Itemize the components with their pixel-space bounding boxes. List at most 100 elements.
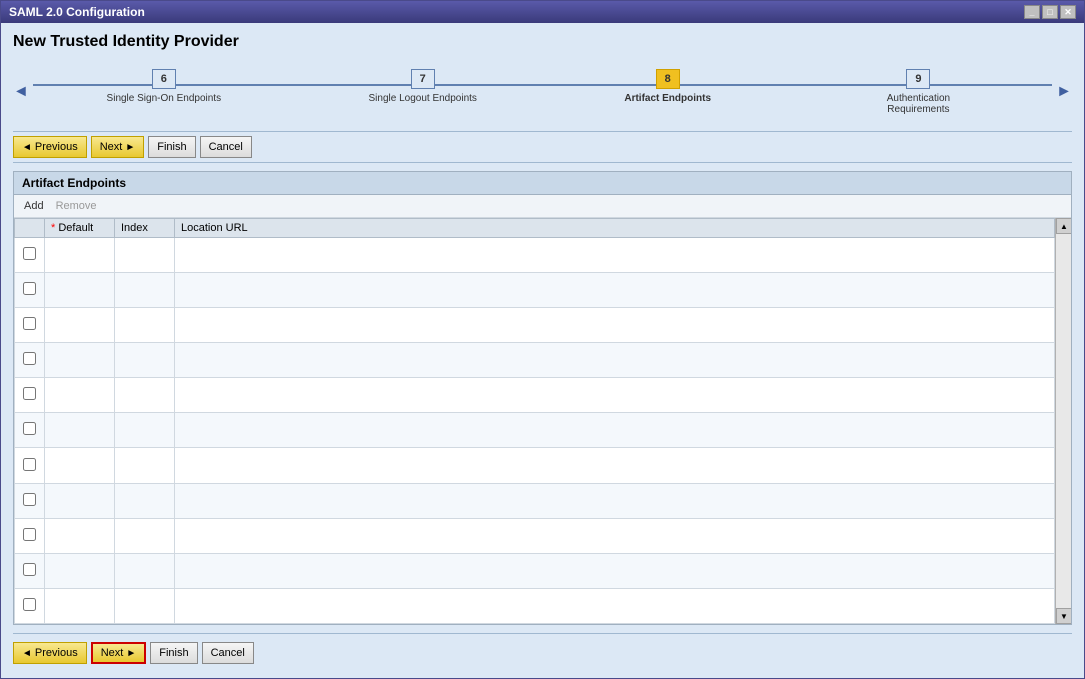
row-index-cell <box>115 308 175 343</box>
window-title: SAML 2.0 Configuration <box>9 5 145 19</box>
remove-button[interactable]: Remove <box>54 199 99 213</box>
row-url-cell <box>175 273 1055 308</box>
row-url-cell <box>175 378 1055 413</box>
row-default-cell <box>45 518 115 553</box>
row-checkbox[interactable] <box>23 598 36 611</box>
table-row[interactable] <box>15 308 1055 343</box>
row-checkbox[interactable] <box>23 422 36 435</box>
step-8-label: Artifact Endpoints <box>624 93 711 104</box>
row-checkbox-cell[interactable] <box>15 273 45 308</box>
row-index-cell <box>115 273 175 308</box>
row-checkbox[interactable] <box>23 493 36 506</box>
prev-arrow-icon: ◄ <box>22 142 32 153</box>
row-default-cell <box>45 588 115 623</box>
row-url-cell <box>175 483 1055 518</box>
main-content: New Trusted Identity Provider ◄ 6 Single… <box>1 23 1084 678</box>
scroll-up-button[interactable]: ▲ <box>1056 218 1071 234</box>
row-index-cell <box>115 378 175 413</box>
table-row[interactable] <box>15 413 1055 448</box>
row-checkbox-cell[interactable] <box>15 378 45 413</box>
row-index-cell <box>115 588 175 623</box>
row-default-cell <box>45 448 115 483</box>
title-bar: SAML 2.0 Configuration _ □ ✕ <box>1 1 1084 23</box>
table-outer: Default Index Location URL <box>14 218 1071 624</box>
row-index-cell <box>115 483 175 518</box>
wizard-steps: ◄ 6 Single Sign-On Endpoints 7 Single Lo… <box>13 61 1072 123</box>
row-checkbox[interactable] <box>23 387 36 400</box>
add-button[interactable]: Add <box>22 199 46 213</box>
row-index-cell <box>115 553 175 588</box>
row-index-cell <box>115 238 175 273</box>
row-default-cell <box>45 273 115 308</box>
row-checkbox[interactable] <box>23 247 36 260</box>
top-toolbar: ◄ Previous Next ► Finish Cancel <box>13 131 1072 163</box>
top-previous-button[interactable]: ◄ Previous <box>13 136 87 158</box>
row-checkbox[interactable] <box>23 352 36 365</box>
table-row[interactable] <box>15 343 1055 378</box>
bottom-previous-button[interactable]: ◄ Previous <box>13 642 87 664</box>
row-default-cell <box>45 238 115 273</box>
wizard-step-6[interactable]: 6 Single Sign-On Endpoints <box>107 69 222 104</box>
scroll-down-button[interactable]: ▼ <box>1056 608 1071 624</box>
row-checkbox-cell[interactable] <box>15 238 45 273</box>
wizard-step-8[interactable]: 8 Artifact Endpoints <box>624 69 711 104</box>
table-row[interactable] <box>15 448 1055 483</box>
row-checkbox-cell[interactable] <box>15 308 45 343</box>
row-url-cell <box>175 413 1055 448</box>
row-index-cell <box>115 448 175 483</box>
table-row[interactable] <box>15 273 1055 308</box>
row-checkbox[interactable] <box>23 282 36 295</box>
window-controls: _ □ ✕ <box>1024 5 1076 19</box>
next-arrow-icon: ► <box>125 142 135 153</box>
row-url-cell <box>175 238 1055 273</box>
row-default-cell <box>45 378 115 413</box>
row-checkbox-cell[interactable] <box>15 448 45 483</box>
step-6-number: 6 <box>152 69 176 89</box>
step-9-number: 9 <box>906 69 930 89</box>
endpoints-table: Default Index Location URL <box>14 218 1055 624</box>
minimize-button[interactable]: _ <box>1024 5 1040 19</box>
main-window: SAML 2.0 Configuration _ □ ✕ New Trusted… <box>0 0 1085 679</box>
table-row[interactable] <box>15 238 1055 273</box>
table-section-title: Artifact Endpoints <box>14 172 1071 195</box>
close-button[interactable]: ✕ <box>1060 5 1076 19</box>
row-checkbox-cell[interactable] <box>15 588 45 623</box>
table-row[interactable] <box>15 518 1055 553</box>
row-checkbox-cell[interactable] <box>15 343 45 378</box>
table-row[interactable] <box>15 483 1055 518</box>
row-checkbox-cell[interactable] <box>15 483 45 518</box>
bottom-next-arrow-icon: ► <box>126 648 136 659</box>
top-cancel-button[interactable]: Cancel <box>200 136 252 158</box>
row-default-cell <box>45 483 115 518</box>
bottom-finish-button[interactable]: Finish <box>150 642 197 664</box>
row-url-cell <box>175 448 1055 483</box>
row-index-cell <box>115 413 175 448</box>
steps-container: 6 Single Sign-On Endpoints 7 Single Logo… <box>33 69 1052 115</box>
maximize-button[interactable]: □ <box>1042 5 1058 19</box>
top-finish-button[interactable]: Finish <box>148 136 195 158</box>
bottom-toolbar: ◄ Previous Next ► Finish Cancel <box>13 633 1072 668</box>
bottom-prev-arrow-icon: ◄ <box>22 648 32 659</box>
col-checkbox-header <box>15 219 45 238</box>
table-row[interactable] <box>15 378 1055 413</box>
page-title: New Trusted Identity Provider <box>13 33 1072 51</box>
table-row[interactable] <box>15 553 1055 588</box>
row-checkbox[interactable] <box>23 563 36 576</box>
table-container: Default Index Location URL <box>14 218 1055 624</box>
bottom-cancel-button[interactable]: Cancel <box>202 642 254 664</box>
row-checkbox[interactable] <box>23 317 36 330</box>
col-url-header: Location URL <box>175 219 1055 238</box>
row-checkbox-cell[interactable] <box>15 553 45 588</box>
row-checkbox-cell[interactable] <box>15 413 45 448</box>
scrollbar[interactable]: ▲ ▼ <box>1055 218 1071 624</box>
wizard-step-9[interactable]: 9 Authentication Requirements <box>858 69 978 115</box>
bottom-next-button[interactable]: Next ► <box>91 642 147 664</box>
col-default-header: Default <box>45 219 115 238</box>
wizard-step-7[interactable]: 7 Single Logout Endpoints <box>369 69 477 104</box>
row-default-cell <box>45 343 115 378</box>
row-checkbox[interactable] <box>23 458 36 471</box>
top-next-button[interactable]: Next ► <box>91 136 145 158</box>
row-checkbox-cell[interactable] <box>15 518 45 553</box>
row-checkbox[interactable] <box>23 528 36 541</box>
table-row[interactable] <box>15 588 1055 623</box>
